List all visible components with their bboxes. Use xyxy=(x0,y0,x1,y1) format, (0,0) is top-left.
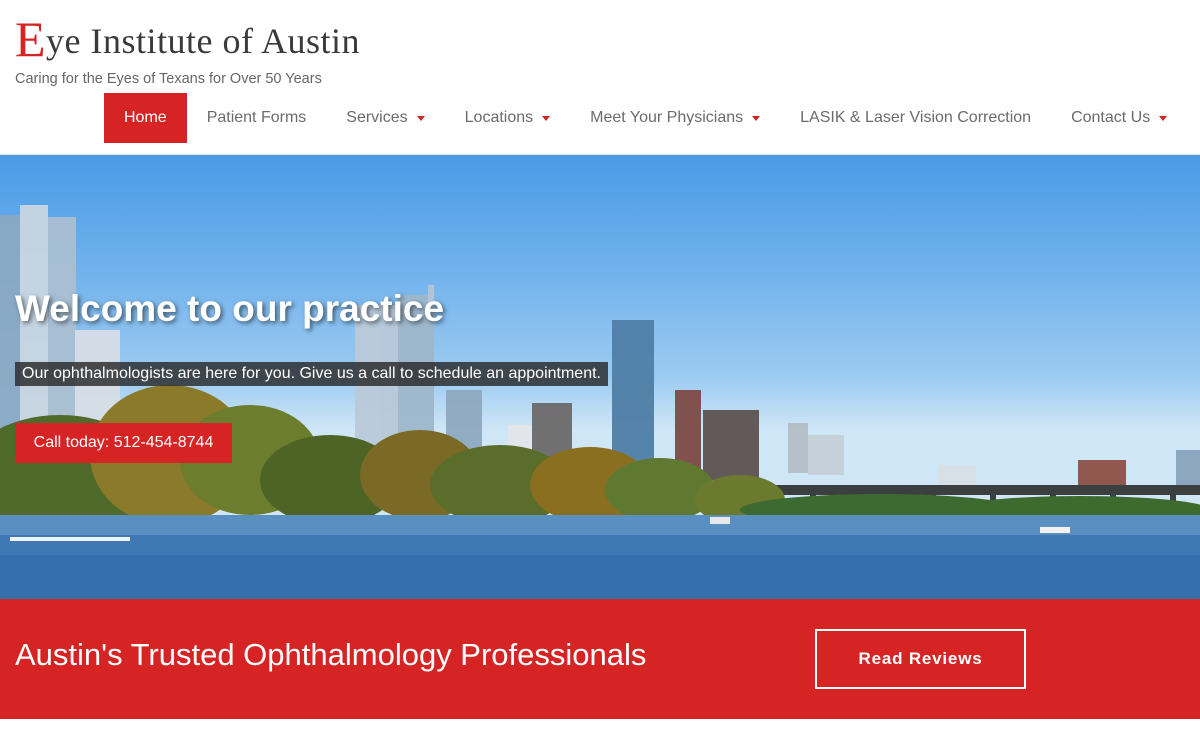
site-tagline: Caring for the Eyes of Texans for Over 5… xyxy=(15,71,322,87)
nav-item-locations[interactable]: Locations xyxy=(445,93,571,143)
caret-down-icon xyxy=(416,115,425,121)
main-nav: Home Patient Forms Services Locations Me… xyxy=(104,93,1187,143)
nav-item-services[interactable]: Services xyxy=(326,93,444,143)
nav-item-contact-us[interactable]: Contact Us xyxy=(1051,93,1187,143)
nav-item-home[interactable]: Home xyxy=(104,93,187,143)
nav-item-label: Contact Us xyxy=(1071,109,1151,126)
hero-title: Welcome to our practice xyxy=(15,288,445,329)
read-reviews-button[interactable]: Read Reviews xyxy=(815,629,1026,689)
hero-section: Welcome to our practice Our ophthalmolog… xyxy=(0,155,1200,599)
nav-item-meet-your-physicians[interactable]: Meet Your Physicians xyxy=(570,93,780,143)
site-header: Eye Institute of Austin Caring for the E… xyxy=(0,0,1200,155)
nav-item-patient-forms[interactable]: Patient Forms xyxy=(187,93,327,143)
nav-item-label: Services xyxy=(346,109,408,126)
caret-down-icon xyxy=(1159,115,1168,121)
call-today-button[interactable]: Call today: 512-454-8744 xyxy=(15,423,232,463)
nav-item-label: Patient Forms xyxy=(206,109,307,126)
caret-down-icon xyxy=(752,115,761,121)
nav-item-label: Meet Your Physicians xyxy=(590,109,744,126)
nav-item-label: Locations xyxy=(464,109,534,126)
logo-initial: E xyxy=(15,11,47,67)
hero-subtitle: Our ophthalmologists are here for you. G… xyxy=(15,362,608,386)
nav-item-label: Home xyxy=(124,109,167,126)
caret-down-icon xyxy=(542,115,551,121)
nav-item-lasik[interactable]: LASIK & Laser Vision Correction xyxy=(780,93,1051,143)
trust-banner: Austin's Trusted Ophthalmology Professio… xyxy=(0,599,1200,719)
banner-headline: Austin's Trusted Ophthalmology Professio… xyxy=(15,637,647,672)
nav-item-label: LASIK & Laser Vision Correction xyxy=(800,109,1032,126)
logo-text: ye Institute of Austin xyxy=(46,21,361,61)
site-logo[interactable]: Eye Institute of Austin xyxy=(15,14,360,64)
